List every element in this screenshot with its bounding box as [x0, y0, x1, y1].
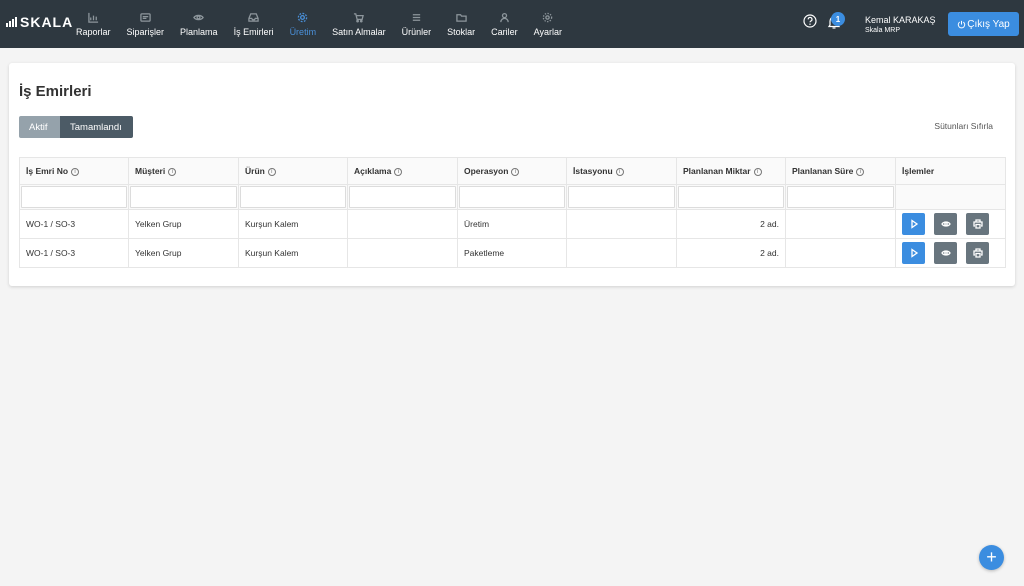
start-button[interactable] — [902, 213, 925, 235]
table-row[interactable]: WO-1 / SO-3 Yelken Grup Kurşun Kalem Pak… — [19, 238, 1006, 268]
row-actions — [895, 209, 1006, 239]
notification-badge: 1 — [831, 12, 845, 26]
info-icon: i — [71, 167, 80, 176]
info-icon: i — [856, 167, 865, 176]
status-toggle: Aktif Tamamlandı — [19, 116, 133, 138]
eye-icon — [940, 221, 951, 227]
gear-icon — [298, 12, 308, 22]
nav-item-siparisler[interactable]: Siparişler — [119, 0, 173, 48]
column-header-actions: İşlemler — [895, 157, 1006, 185]
nav-item-satin-almalar[interactable]: Satın Almalar — [324, 0, 394, 48]
info-icon: i — [168, 167, 177, 176]
column-header[interactable]: İstasyonu i — [566, 157, 677, 185]
printer-icon — [972, 219, 983, 229]
filter-musteri[interactable] — [130, 186, 237, 208]
nav-item-planlama[interactable]: Planlama — [172, 0, 226, 48]
nav-label: Siparişler — [126, 26, 165, 37]
info-icon: i — [615, 167, 624, 176]
view-button[interactable] — [934, 213, 957, 235]
folder-icon — [455, 13, 467, 22]
column-header[interactable]: Müşteri i — [128, 157, 239, 185]
chart-icon — [88, 12, 98, 23]
row-actions — [895, 238, 1006, 268]
table-row[interactable]: WO-1 / SO-3 Yelken Grup Kurşun Kalem Üre… — [19, 209, 1006, 239]
power-icon — [958, 20, 966, 28]
list-icon — [412, 13, 421, 21]
print-button[interactable] — [966, 242, 989, 264]
column-header[interactable]: Planlanan Süre i — [785, 157, 896, 185]
view-button[interactable] — [934, 242, 957, 264]
nav-item-is-emirleri[interactable]: İş Emirleri — [226, 0, 282, 48]
page-title: İş Emirleri — [19, 83, 92, 100]
nav-label: İş Emirleri — [233, 26, 274, 37]
filter-urun[interactable] — [240, 186, 346, 208]
start-button[interactable] — [902, 242, 925, 264]
nav-label: Cariler — [491, 26, 518, 37]
filter-planlanan-miktar[interactable] — [678, 186, 784, 208]
filter-istasyonu[interactable] — [568, 186, 675, 208]
nav-label: Raporlar — [76, 26, 111, 37]
work-orders-card: İş Emirleri Aktif Tamamlandı Sütunları S… — [9, 63, 1015, 286]
filter-aciklama[interactable] — [349, 186, 456, 208]
column-header[interactable]: İş Emri No i — [19, 157, 129, 185]
column-header[interactable]: Ürün i — [238, 157, 348, 185]
play-icon — [910, 219, 918, 229]
play-icon — [910, 248, 918, 258]
info-icon: i — [753, 167, 762, 176]
column-header[interactable]: Operasyon i — [457, 157, 567, 185]
logo-text: SKALA — [20, 14, 74, 30]
column-header[interactable]: Planlanan Miktar i — [676, 157, 786, 185]
user-org: Skala MRP — [865, 27, 901, 34]
filter-operasyon[interactable] — [459, 186, 565, 208]
nav-label: Üretim — [289, 26, 317, 37]
help-icon[interactable] — [803, 14, 817, 28]
user-icon — [500, 12, 509, 22]
work-orders-table: İş Emri No i Müşteri i Ürün i Açıklama i Ope… — [19, 157, 1006, 268]
logout-button[interactable]: Çıkış Yap — [948, 12, 1019, 36]
eye-icon — [193, 14, 205, 20]
add-button[interactable]: + — [979, 545, 1004, 570]
inbox-icon — [248, 12, 259, 22]
logout-label: Çıkış Yap — [967, 18, 1010, 30]
main-nav: Raporlar Siparişler Planlama İş Emirleri… — [68, 0, 570, 48]
info-icon: i — [267, 167, 276, 176]
orders-icon — [140, 12, 151, 22]
filter-is-emri-no[interactable] — [21, 186, 127, 208]
top-navbar: SKALA Raporlar Siparişler Planlama İş Em… — [0, 0, 1024, 48]
nav-label: Satın Almalar — [332, 26, 386, 37]
skala-logo[interactable]: SKALA — [6, 14, 73, 30]
toggle-aktif[interactable]: Aktif — [19, 116, 60, 138]
cart-icon — [354, 12, 365, 23]
nav-item-stoklar[interactable]: Stoklar — [439, 0, 483, 48]
eye-icon — [940, 250, 951, 256]
nav-item-raporlar[interactable]: Raporlar — [68, 0, 119, 48]
settings-icon — [543, 12, 553, 22]
user-name: Kemal KARAKAŞ — [865, 15, 936, 25]
nav-label: Planlama — [180, 26, 218, 37]
print-button[interactable] — [966, 213, 989, 235]
nav-item-urunler[interactable]: Ürünler — [394, 0, 440, 48]
toggle-tamamlandi[interactable]: Tamamlandı — [60, 116, 133, 138]
filter-planlanan-sure[interactable] — [787, 186, 894, 208]
nav-item-cariler[interactable]: Cariler — [483, 0, 526, 48]
user-info[interactable]: Kemal KARAKAŞ Skala MRP — [865, 15, 936, 34]
logo-bars-icon — [6, 17, 17, 27]
column-header[interactable]: Açıklama i — [347, 157, 458, 185]
printer-icon — [972, 248, 983, 258]
reset-columns-link[interactable]: Sütunları Sıfırla — [934, 121, 993, 131]
nav-item-uretim[interactable]: Üretim — [282, 0, 325, 48]
nav-label: Stoklar — [447, 26, 476, 37]
nav-item-ayarlar[interactable]: Ayarlar — [526, 0, 570, 48]
nav-label: Ayarlar — [533, 26, 562, 37]
info-icon: i — [394, 167, 403, 176]
info-icon: i — [511, 167, 520, 176]
nav-label: Ürünler — [401, 26, 432, 37]
